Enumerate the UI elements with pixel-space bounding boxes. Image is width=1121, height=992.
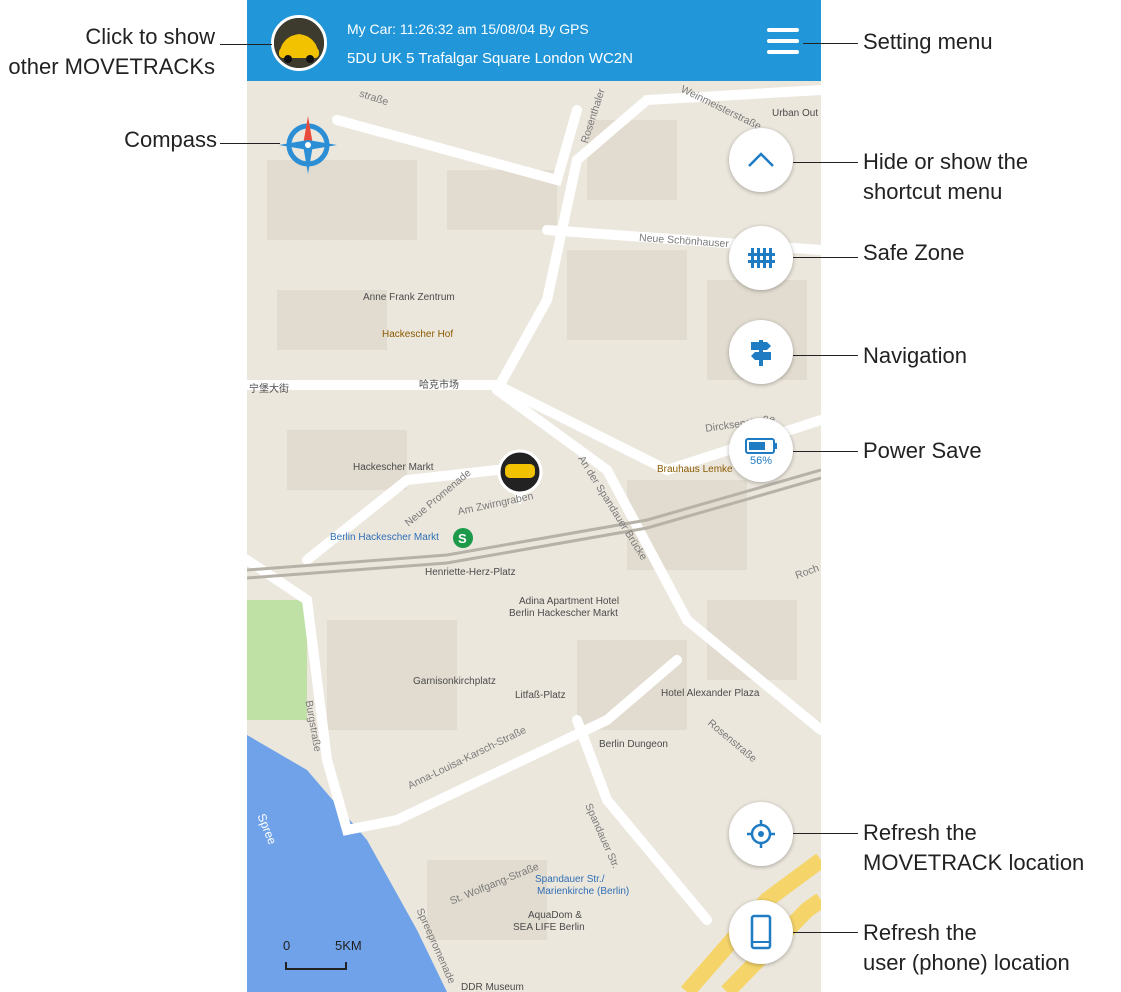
map-label: AquaDom & [528, 910, 582, 921]
leader-line [220, 44, 272, 45]
chevron-up-icon [748, 152, 774, 167]
annotation-line: shortcut menu [863, 179, 1003, 204]
annotation-safe-zone: Safe Zone [863, 240, 965, 265]
phone-icon [750, 914, 772, 950]
annotation-avatar: Click to show other MOVETRACKs [8, 22, 215, 82]
map-label: Berlin Hackescher Markt [509, 608, 618, 619]
address-line: 5DU UK 5 Trafalgar Square London WC2N [347, 50, 633, 67]
hamburger-menu-icon[interactable] [767, 28, 801, 56]
map-label: SEA LIFE Berlin [513, 922, 585, 933]
annotation-refresh-phone: Refresh the user (phone) location [863, 918, 1070, 978]
compass-icon[interactable] [277, 114, 339, 176]
map-label: Spandauer Str./ [535, 874, 605, 885]
annotation-line: Refresh the [863, 820, 977, 845]
map-label: DDR Museum [461, 982, 524, 992]
map-scale: 0 5KM [283, 938, 362, 974]
map-label: Urban Out [772, 108, 819, 119]
annotation-line: Refresh the [863, 920, 977, 945]
navigation-button[interactable] [729, 320, 793, 384]
leader-line [793, 355, 858, 356]
map-label: Hackescher Hof [382, 329, 454, 340]
map-label: Adina Apartment Hotel [519, 596, 620, 607]
map-label: Berlin Hackescher Markt [330, 532, 439, 543]
map-label: Henriette-Herz-Platz [425, 567, 516, 578]
leader-line [220, 143, 280, 144]
svg-text:S: S [458, 531, 467, 546]
annotation-line: user (phone) location [863, 950, 1070, 975]
annotation-compass: Compass [124, 127, 217, 152]
leader-line [793, 932, 858, 933]
annotation-navigation: Navigation [863, 343, 967, 368]
leader-line [793, 451, 858, 452]
phone-screen: S straße Rosenthaler Weinmeisterstraße U… [247, 0, 821, 992]
map-label: Litfaß-Platz [515, 690, 566, 701]
signpost-icon [751, 340, 771, 366]
safe-zone-button[interactable] [729, 226, 793, 290]
annotation-line: other MOVETRACKs [8, 54, 215, 79]
map-label: Hotel Alexander Plaza [661, 688, 760, 699]
map-label: Brauhaus Lemke [657, 464, 733, 475]
map-label: Berlin Dungeon [599, 739, 668, 750]
top-bar: My Car: 11:26:32 am 15/08/04 By GPS 5DU … [247, 0, 821, 81]
battery-percent: 56% [749, 455, 773, 467]
map-label: 哈克市场 [419, 380, 459, 391]
annotation-power-save: Power Save [863, 438, 982, 463]
power-save-button[interactable]: 56% [729, 418, 793, 482]
map-label: Anne Frank Zentrum [363, 292, 455, 303]
leader-line [793, 162, 858, 163]
status-line: My Car: 11:26:32 am 15/08/04 By GPS [347, 21, 589, 37]
map-label: Marienkirche (Berlin) [537, 886, 630, 897]
car-avatar-icon[interactable] [271, 15, 327, 71]
shortcut-toggle-button[interactable] [729, 128, 793, 192]
annotation-setting-menu: Setting menu [863, 29, 993, 54]
annotation-line: MOVETRACK location [863, 850, 1085, 875]
scale-bar [285, 962, 347, 970]
annotation-line: Click to show [85, 24, 215, 49]
annotation-refresh-device: Refresh the MOVETRACK location [863, 818, 1084, 878]
fence-icon [748, 248, 775, 268]
map-label: 宁堡大街 [249, 384, 289, 395]
annotation-shortcut: Hide or show the shortcut menu [863, 147, 1028, 207]
annotation-line: Hide or show the [863, 149, 1029, 174]
crosshair-icon [747, 820, 775, 848]
scale-max: 5KM [335, 938, 362, 953]
map-label: Garnisonkirchplatz [413, 676, 496, 687]
leader-line [803, 43, 858, 44]
leader-line [793, 833, 858, 834]
map-label: Hackescher Markt [353, 462, 434, 473]
battery-icon [745, 438, 777, 454]
refresh-phone-location-button[interactable] [729, 900, 793, 964]
scale-min: 0 [283, 938, 291, 953]
refresh-device-location-button[interactable] [729, 802, 793, 866]
leader-line [793, 257, 858, 258]
